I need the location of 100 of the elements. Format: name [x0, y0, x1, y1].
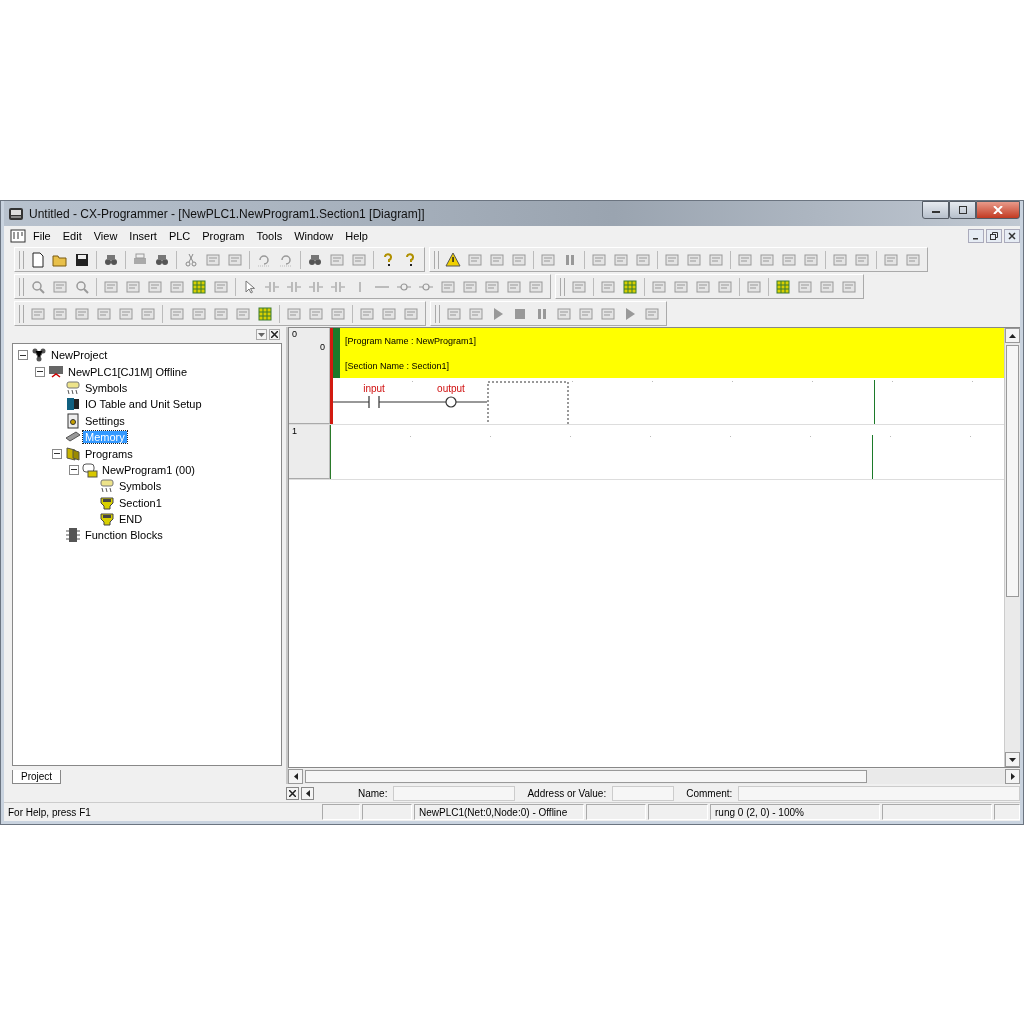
- collapse-toggle[interactable]: [69, 464, 79, 475]
- tool-icon[interactable]: [213, 305, 229, 322]
- tool-icon[interactable]: [286, 305, 302, 322]
- grid-icon[interactable]: [191, 278, 207, 295]
- tool-icon[interactable]: [717, 278, 733, 295]
- tool-icon[interactable]: [227, 251, 243, 268]
- menu-item[interactable]: PLC: [163, 230, 196, 242]
- tool-icon[interactable]: [803, 251, 819, 268]
- tool-icon[interactable]: [191, 305, 207, 322]
- scissors-icon[interactable]: [183, 251, 199, 268]
- tree-item[interactable]: Settings: [83, 414, 127, 427]
- tool-icon[interactable]: [169, 278, 185, 295]
- tool-icon[interactable]: [308, 305, 324, 322]
- menu-item[interactable]: Help: [340, 230, 373, 242]
- tool-icon[interactable]: [737, 251, 753, 268]
- tool-icon[interactable]: [511, 251, 527, 268]
- tool-icon[interactable]: [556, 305, 572, 322]
- tool-icon[interactable]: [651, 278, 667, 295]
- collapse-toggle[interactable]: [18, 350, 28, 361]
- tree-item[interactable]: IO Table and Unit Setup: [83, 398, 204, 411]
- tool-icon[interactable]: [489, 251, 505, 268]
- tool-icon[interactable]: [506, 278, 522, 295]
- pointer-icon[interactable]: [242, 278, 258, 295]
- input-field[interactable]: [612, 785, 675, 801]
- close-button[interactable]: [286, 786, 299, 800]
- grid-icon[interactable]: [775, 278, 791, 295]
- input-field[interactable]: [393, 785, 516, 801]
- collapse-toggle[interactable]: [52, 448, 62, 459]
- tool-icon[interactable]: [797, 278, 813, 295]
- menu-item[interactable]: Tools: [251, 230, 288, 242]
- tool-icon[interactable]: [329, 251, 345, 268]
- tool-icon[interactable]: [664, 251, 680, 268]
- minimize-button[interactable]: [922, 201, 949, 219]
- close-button[interactable]: [1004, 229, 1020, 243]
- tree-item[interactable]: Function Blocks: [83, 529, 165, 542]
- horizontal-scrollbar[interactable]: [288, 769, 1020, 784]
- tool-icon[interactable]: [462, 278, 478, 295]
- tool-icon[interactable]: [330, 305, 346, 322]
- tool-icon[interactable]: [644, 305, 660, 322]
- close-button[interactable]: [269, 329, 280, 340]
- tool-icon[interactable]: [819, 278, 835, 295]
- tool-icon[interactable]: [140, 305, 156, 322]
- tree-item[interactable]: NewPLC1[CJ1M] Offline: [66, 365, 189, 378]
- tool-icon[interactable]: [118, 305, 134, 322]
- restore-button[interactable]: [986, 229, 1002, 243]
- tool-icon[interactable]: [213, 278, 229, 295]
- magnifier-icon[interactable]: [74, 278, 90, 295]
- tool-icon[interactable]: [832, 251, 848, 268]
- document-icon[interactable]: [30, 251, 46, 268]
- tool-icon[interactable]: [96, 305, 112, 322]
- document-menu-icon[interactable]: [10, 229, 26, 243]
- tool-icon[interactable]: [578, 305, 594, 322]
- dropdown-button[interactable]: [256, 329, 267, 340]
- tool-icon[interactable]: [746, 278, 762, 295]
- tool-icon[interactable]: [147, 278, 163, 295]
- tool-icon[interactable]: [854, 251, 870, 268]
- tool-icon[interactable]: [600, 305, 616, 322]
- vertical-scrollbar[interactable]: [1004, 328, 1020, 767]
- scroll-left-button[interactable]: [301, 786, 314, 800]
- tool-icon[interactable]: [381, 305, 397, 322]
- maximize-button[interactable]: [949, 201, 976, 219]
- tool-icon[interactable]: [440, 278, 456, 295]
- collapse-toggle[interactable]: [35, 366, 45, 377]
- tool-icon[interactable]: [74, 305, 90, 322]
- tool-icon[interactable]: [613, 251, 629, 268]
- tool-icon[interactable]: [600, 278, 616, 295]
- tree-item[interactable]: END: [117, 513, 145, 526]
- scroll-down-button[interactable]: [1005, 752, 1020, 767]
- scroll-up-button[interactable]: [1005, 328, 1020, 343]
- tool-icon[interactable]: [125, 278, 141, 295]
- project-tab[interactable]: Project: [12, 770, 62, 784]
- scroll-thumb[interactable]: [305, 770, 867, 783]
- tool-icon[interactable]: [169, 305, 185, 322]
- scroll-left-button[interactable]: [288, 769, 303, 784]
- close-button[interactable]: [976, 201, 1020, 219]
- tree-item[interactable]: Section1: [117, 496, 164, 509]
- tool-icon[interactable]: [359, 305, 375, 322]
- grid-icon[interactable]: [257, 305, 273, 322]
- minimize-button[interactable]: [968, 229, 984, 243]
- tool-icon[interactable]: [484, 278, 500, 295]
- tool-icon[interactable]: [30, 305, 46, 322]
- grid-icon[interactable]: [622, 278, 638, 295]
- tool-icon[interactable]: [591, 251, 607, 268]
- tool-icon[interactable]: [528, 278, 544, 295]
- tree-item[interactable]: NewProject: [49, 349, 110, 362]
- menu-item[interactable]: View: [88, 230, 123, 242]
- menu-item[interactable]: Edit: [57, 230, 87, 242]
- tool-icon[interactable]: [673, 278, 689, 295]
- tool-icon[interactable]: [686, 251, 702, 268]
- menu-item[interactable]: Window: [289, 230, 339, 242]
- tool-icon[interactable]: [571, 278, 587, 295]
- tool-icon[interactable]: [841, 278, 857, 295]
- coil-symbol[interactable]: [412, 396, 488, 408]
- tree-item[interactable]: Symbols: [117, 480, 164, 493]
- tool-icon[interactable]: [52, 305, 68, 322]
- scroll-thumb[interactable]: [1006, 345, 1019, 597]
- tool-icon[interactable]: [52, 278, 68, 295]
- tree-item[interactable]: Symbols: [83, 381, 130, 394]
- tool-icon[interactable]: [883, 251, 899, 268]
- contact-symbol[interactable]: [333, 395, 414, 409]
